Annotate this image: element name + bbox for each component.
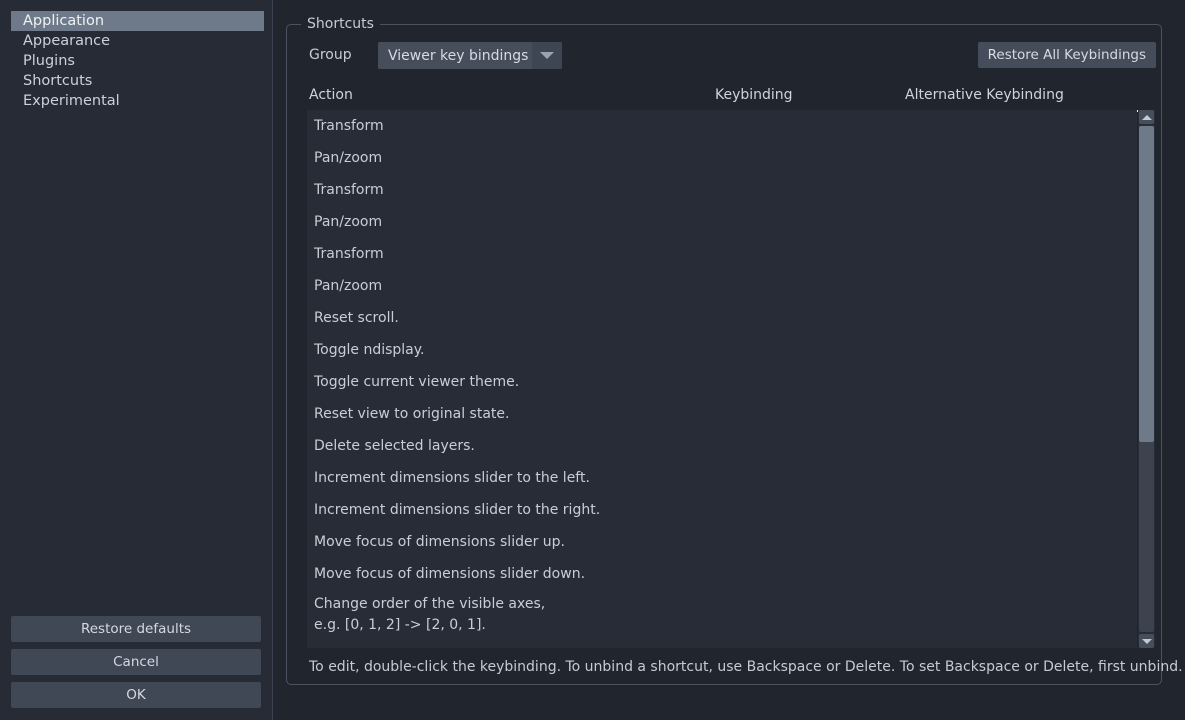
group-dropdown-value: Viewer key bindings bbox=[388, 47, 529, 64]
ok-button[interactable]: OK bbox=[11, 682, 261, 708]
arrow-up-icon[interactable] bbox=[1139, 110, 1154, 124]
sidebar-item-experimental[interactable]: Experimental bbox=[11, 91, 264, 111]
group-label: Group bbox=[309, 47, 352, 63]
sidebar-item-appearance[interactable]: Appearance bbox=[11, 31, 264, 51]
table-header-row: Action Keybinding Alternative Keybinding bbox=[307, 85, 1155, 112]
table-row[interactable]: Toggle ndisplay. bbox=[307, 334, 1137, 366]
table-row[interactable]: Reset view to original state. bbox=[307, 398, 1137, 430]
cell-action: Toggle ndisplay. bbox=[314, 341, 425, 358]
cell-action: Pan/zoom bbox=[314, 277, 383, 294]
restore-defaults-button[interactable]: Restore defaults bbox=[11, 616, 261, 642]
cell-action: Change order of the visible axes, e.g. [… bbox=[314, 596, 546, 633]
table-row[interactable]: Reset scroll. bbox=[307, 302, 1137, 334]
cell-action: Increment dimensions slider to the left. bbox=[314, 469, 590, 486]
cell-action: Reset view to original state. bbox=[314, 405, 510, 422]
table-row[interactable]: Transform bbox=[307, 110, 1137, 142]
preferences-dialog: Application Appearance Plugins Shortcuts Exp… bbox=[0, 0, 1185, 720]
table-row[interactable]: Transform bbox=[307, 238, 1137, 270]
editing-hint-text: To edit, double-click the keybinding. To… bbox=[309, 659, 1183, 675]
table-row[interactable]: Change order of the visible axes, e.g. [… bbox=[307, 590, 1137, 636]
sidebar-item-plugins[interactable]: Plugins bbox=[11, 51, 264, 71]
cell-action: Transform bbox=[314, 245, 384, 262]
table-row[interactable]: Move focus of dimensions slider up. bbox=[307, 526, 1137, 558]
chevron-down-icon bbox=[532, 42, 562, 69]
scrollbar-thumb[interactable] bbox=[1139, 126, 1154, 443]
table-row[interactable]: Toggle current viewer theme. bbox=[307, 366, 1137, 398]
cell-action: Move focus of dimensions slider up. bbox=[314, 533, 566, 550]
cell-action: Transform bbox=[314, 117, 384, 134]
table-body: Transform Pan/zoom Transform Pan/zoom Transf… bbox=[307, 110, 1137, 648]
group-selector-row: Group Viewer key bindings Restore All Ke… bbox=[287, 42, 1161, 72]
table-vertical-scrollbar[interactable] bbox=[1138, 110, 1155, 648]
table-row[interactable]: Pan/zoom bbox=[307, 142, 1137, 174]
column-header-keybinding[interactable]: Keybinding bbox=[715, 87, 793, 103]
restore-all-keybindings-button[interactable]: Restore All Keybindings bbox=[977, 42, 1156, 68]
sidebar-item-application[interactable]: Application bbox=[11, 11, 264, 31]
group-dropdown[interactable]: Viewer key bindings bbox=[378, 42, 562, 69]
arrow-down-icon[interactable] bbox=[1139, 634, 1154, 648]
cell-action: Toggle current viewer theme. bbox=[314, 373, 520, 390]
shortcuts-groupbox: Shortcuts Group Viewer key bindings Rest… bbox=[286, 16, 1183, 685]
table-row[interactable]: Pan/zoom bbox=[307, 206, 1137, 238]
settings-sidebar: Application Appearance Plugins Shortcuts Exp… bbox=[0, 0, 273, 720]
cancel-button[interactable]: Cancel bbox=[11, 649, 261, 675]
groupbox-title: Shortcuts bbox=[301, 16, 380, 32]
cell-action: Pan/zoom bbox=[314, 213, 383, 230]
sidebar-item-shortcuts[interactable]: Shortcuts bbox=[11, 71, 264, 91]
table-row[interactable]: Transform bbox=[307, 174, 1137, 206]
table-row[interactable]: Increment dimensions slider to the left. bbox=[307, 462, 1137, 494]
cell-action: Pan/zoom bbox=[314, 149, 383, 166]
settings-main-panel: Shortcuts Group Viewer key bindings Rest… bbox=[273, 0, 1185, 720]
table-row[interactable]: Delete selected layers. bbox=[307, 430, 1137, 462]
cell-action: Reset scroll. bbox=[314, 309, 399, 326]
table-row[interactable]: Pan/zoom bbox=[307, 270, 1137, 302]
column-header-action[interactable]: Action bbox=[309, 87, 353, 103]
cell-action: Transform bbox=[314, 181, 384, 198]
sidebar-action-buttons: Restore defaults Cancel OK bbox=[0, 616, 272, 720]
table-row[interactable]: Increment dimensions slider to the right… bbox=[307, 494, 1137, 526]
scrollbar-track[interactable] bbox=[1139, 126, 1154, 632]
shortcuts-table: Action Keybinding Alternative Keybinding… bbox=[307, 85, 1155, 648]
sidebar-nav-list: Application Appearance Plugins Shortcuts Exp… bbox=[0, 0, 272, 111]
column-header-alternative-keybinding[interactable]: Alternative Keybinding bbox=[905, 87, 1064, 103]
cell-action: Move focus of dimensions slider down. bbox=[314, 565, 586, 582]
cell-action: Delete selected layers. bbox=[314, 437, 475, 454]
table-row[interactable]: Move focus of dimensions slider down. bbox=[307, 558, 1137, 590]
cell-action: Increment dimensions slider to the right… bbox=[314, 501, 601, 518]
